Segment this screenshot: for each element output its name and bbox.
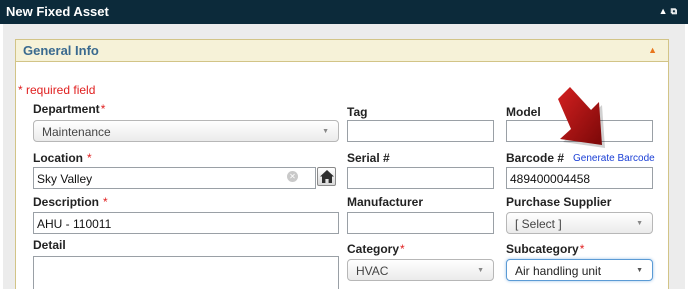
description-input[interactable]: AHU - 110011: [33, 212, 339, 234]
required-field-note: * required field: [18, 83, 96, 97]
restore-icon[interactable]: ⧉: [671, 6, 680, 16]
serial-label: Serial #: [347, 151, 390, 165]
tag-label: Tag: [347, 105, 368, 119]
barcode-value: 489400004458: [510, 172, 591, 186]
subcategory-select[interactable]: Air handling unit ▼: [506, 259, 653, 281]
description-value: AHU - 110011: [37, 217, 112, 231]
new-fixed-asset-window: New Fixed Asset ▲⧉ General Info ▲ * requ…: [0, 0, 688, 289]
chevron-down-icon: ▼: [636, 267, 643, 274]
subcategory-label: Subcategory*: [506, 242, 585, 256]
manufacturer-input[interactable]: [347, 212, 494, 234]
window-controls: ▲⧉: [659, 6, 680, 17]
chevron-down-icon: ▼: [636, 220, 643, 227]
detail-textarea[interactable]: [33, 256, 339, 289]
clear-icon[interactable]: ✕: [287, 171, 298, 182]
chevron-down-icon: ▼: [322, 128, 329, 135]
detail-label: Detail: [33, 238, 66, 252]
location-value: Sky Valley: [37, 172, 93, 186]
home-location-button[interactable]: [317, 167, 336, 186]
category-label: Category*: [347, 242, 405, 256]
panel-title: General Info: [23, 43, 99, 58]
description-label: Description *: [33, 195, 108, 209]
window-title: New Fixed Asset: [6, 4, 109, 19]
department-value: Maintenance: [42, 125, 111, 139]
department-label: Department*: [33, 102, 106, 116]
category-select[interactable]: HVAC ▼: [347, 259, 494, 281]
category-value: HVAC: [356, 264, 389, 278]
collapse-icon[interactable]: ▲: [659, 6, 671, 16]
collapse-panel-icon[interactable]: ▲: [648, 45, 657, 55]
location-input[interactable]: Sky Valley: [33, 167, 316, 189]
purchase-supplier-select[interactable]: [ Select ] ▼: [506, 212, 653, 234]
barcode-input[interactable]: 489400004458: [506, 167, 653, 189]
manufacturer-label: Manufacturer: [347, 195, 424, 209]
serial-input[interactable]: [347, 167, 494, 189]
subcategory-value: Air handling unit: [515, 264, 602, 278]
tag-input[interactable]: [347, 120, 494, 142]
home-icon: [320, 170, 334, 183]
annotation-arrow-icon: [558, 87, 605, 148]
location-label: Location *: [33, 151, 92, 165]
window-titlebar: New Fixed Asset ▲⧉: [0, 0, 688, 24]
department-select[interactable]: Maintenance ▼: [33, 120, 339, 142]
purchase-supplier-label: Purchase Supplier: [506, 195, 612, 209]
chevron-down-icon: ▼: [477, 267, 484, 274]
panel-header[interactable]: General Info ▲: [16, 40, 668, 62]
model-label: Model: [506, 105, 541, 119]
purchase-supplier-value: [ Select ]: [515, 217, 562, 231]
